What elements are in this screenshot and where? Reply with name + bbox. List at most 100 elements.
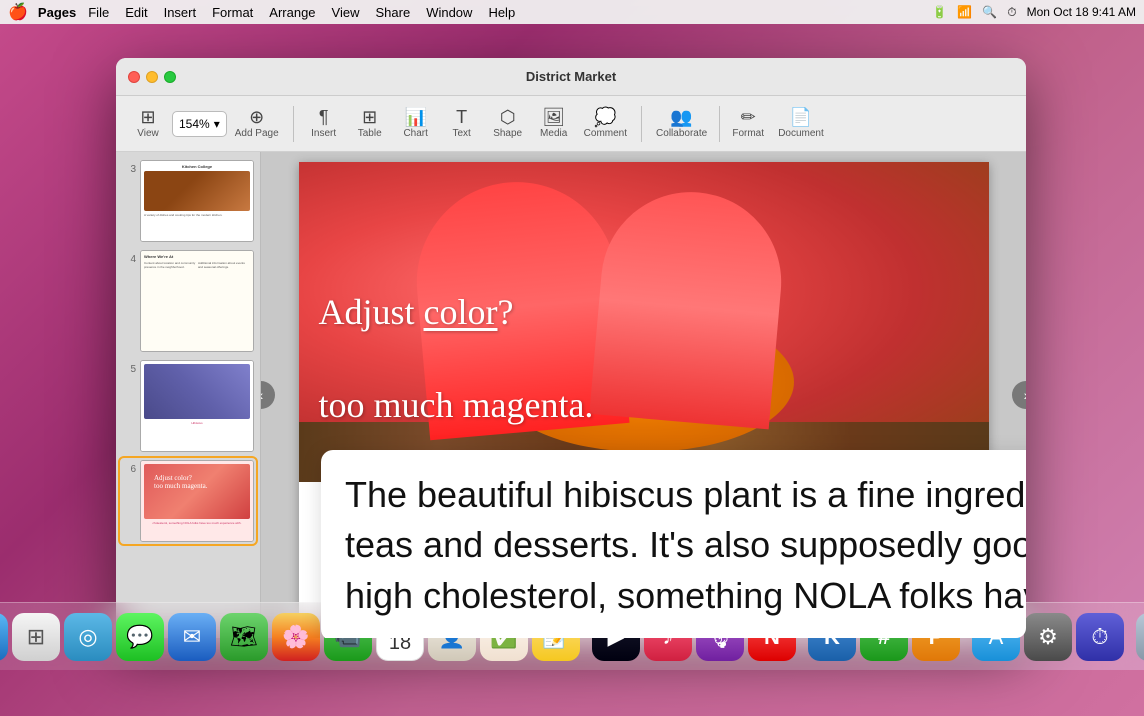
search-icon[interactable]: 🔍 [982, 5, 997, 19]
nav-next-button[interactable]: › [1012, 381, 1026, 409]
dock-screentime[interactable]: ⏱ [1076, 613, 1124, 661]
dock-trash[interactable]: 🗑 [1136, 613, 1144, 661]
battery-icon[interactable]: 🔋 [932, 5, 947, 19]
chart-label: Chart [403, 128, 427, 139]
menu-view[interactable]: View [324, 5, 368, 20]
thumb4-col1: Content about location and community pre… [144, 261, 196, 269]
collaborate-icon: 👥 [670, 108, 692, 126]
dock-safari[interactable]: ◎ [64, 613, 112, 661]
format-label: Format [732, 128, 764, 139]
control-center-icon[interactable]: ⏱ [1007, 5, 1016, 20]
thumb3-content: Kitchen College A variety of dishes and … [141, 161, 253, 241]
table-label: Table [358, 128, 382, 139]
toolbar-right-group: 👥 Collaborate ✏ Format 📄 Document [650, 101, 830, 147]
dock-maps[interactable]: 🗺 [220, 613, 268, 661]
thumbnail-page-5[interactable]: 5 Hibiscus [120, 358, 256, 454]
toolbar-format[interactable]: ✏ Format [726, 101, 770, 147]
thumb3-title: Kitchen College [144, 164, 250, 169]
dock-launchpad[interactable]: ⊞ [12, 613, 60, 661]
wifi-icon[interactable]: 📶 [957, 5, 972, 19]
toolbar-comment[interactable]: 💭 Comment [578, 101, 633, 147]
menu-window[interactable]: Window [418, 5, 480, 20]
toolbar-media[interactable]: 🖼 Media [532, 101, 576, 147]
desktop: District Market ⊞ View 154% ▾ ⊕ Add Page [0, 24, 1144, 670]
dock-system-prefs[interactable]: ⚙ [1024, 613, 1072, 661]
toolbar-table[interactable]: ⊞ Table [348, 101, 392, 147]
canvas-area[interactable]: ‹ › [261, 152, 1026, 638]
window-title: District Market [526, 69, 616, 84]
toolbar-zoom[interactable]: 154% ▾ [172, 111, 227, 137]
menu-edit[interactable]: Edit [117, 5, 155, 20]
toolbar-shape[interactable]: ⬡ Shape [486, 101, 530, 147]
apple-menu[interactable]: 🍎 [8, 2, 28, 22]
collaborate-label: Collaborate [656, 128, 707, 139]
menu-file[interactable]: File [80, 5, 117, 20]
text-icon: T [456, 108, 467, 126]
thumb5-content: Hibiscus [141, 361, 253, 451]
shape-icon: ⬡ [500, 108, 516, 126]
toolbar-text[interactable]: T Text [440, 101, 484, 147]
sidebar-thumbnails[interactable]: 3 Kitchen College A variety of dishes an… [116, 152, 261, 638]
nav-prev-button[interactable]: ‹ [261, 381, 275, 409]
thumb6-content: Adjust color?too much magenta. cholester… [141, 461, 253, 541]
chart-icon: 📊 [404, 108, 426, 126]
thumb6-image: Adjust color?too much magenta. [144, 464, 250, 519]
toolbar-insert[interactable]: ¶ Insert [302, 101, 346, 147]
document-label: Document [778, 128, 824, 139]
comment-label: Comment [584, 128, 627, 139]
thumb4-col2: Additional information about events and … [198, 261, 250, 269]
menu-format[interactable]: Format [204, 5, 261, 20]
window-titlebar: District Market [116, 58, 1026, 96]
dock-mail[interactable]: ✉ [168, 613, 216, 661]
thumbnail-img-5: Hibiscus [140, 360, 254, 452]
thumbnail-page-4[interactable]: 4 Where We're At Content about location … [120, 248, 256, 354]
tooltip-text: The beautiful hibiscus plant is a fine i… [345, 474, 1026, 616]
menu-insert[interactable]: Insert [156, 5, 205, 20]
thumb4-title: Where We're At [144, 254, 250, 259]
thumbnail-page-3[interactable]: 3 Kitchen College A variety of dishes an… [120, 158, 256, 244]
text-label: Text [453, 128, 471, 139]
thumbnail-img-6: Adjust color?too much magenta. cholester… [140, 460, 254, 542]
toolbar-collaborate[interactable]: 👥 Collaborate [650, 101, 713, 147]
view-label: View [137, 128, 159, 139]
toolbar-insert-group: ¶ Insert ⊞ Table 📊 Chart T Text ⬡ Sha [302, 101, 633, 147]
thumb6-handwriting: Adjust color?too much magenta. [154, 474, 207, 490]
page-num-3: 3 [122, 164, 136, 175]
insert-icon: ¶ [319, 108, 329, 126]
page-image: Adjust color? too much magenta. [299, 162, 989, 482]
handwritten-text: Adjust color? too much magenta. [319, 242, 594, 429]
toolbar-view[interactable]: ⊞ View [126, 101, 170, 147]
datetime: Mon Oct 18 9:41 AM [1027, 5, 1136, 19]
page-num-4: 4 [122, 254, 136, 265]
thumbnail-img-3: Kitchen College A variety of dishes and … [140, 160, 254, 242]
zoom-chevron: ▾ [214, 117, 220, 131]
photos-icon: 🌸 [282, 624, 309, 650]
close-button[interactable] [128, 71, 140, 83]
menu-share[interactable]: Share [367, 5, 418, 20]
dock-photos[interactable]: 🌸 [272, 613, 320, 661]
toolbar-add-page[interactable]: ⊕ Add Page [229, 101, 285, 147]
dock-finder[interactable]: 🙂 [0, 613, 8, 661]
thumb4-content: Where We're At Content about location an… [141, 251, 253, 351]
watermelon-slice-2 [589, 185, 788, 430]
add-page-icon: ⊕ [249, 108, 264, 126]
toolbar-divider-3 [719, 106, 720, 142]
handwritten-line2: too much magenta. [319, 385, 594, 425]
toolbar-chart[interactable]: 📊 Chart [394, 101, 438, 147]
document-icon: 📄 [790, 108, 812, 126]
toolbar-document[interactable]: 📄 Document [772, 101, 830, 147]
table-icon: ⊞ [362, 108, 377, 126]
minimize-button[interactable] [146, 71, 158, 83]
messages-icon: 💬 [126, 624, 153, 650]
maximize-button[interactable] [164, 71, 176, 83]
toolbar-view-group: ⊞ View 154% ▾ ⊕ Add Page [126, 101, 285, 147]
format-icon: ✏ [741, 108, 756, 126]
toolbar-divider-1 [293, 106, 294, 142]
view-icon: ⊞ [140, 108, 155, 126]
menu-help[interactable]: Help [480, 5, 523, 20]
toolbar-divider-2 [641, 106, 642, 142]
thumbnail-page-6[interactable]: 6 Adjust color?too much magenta. cholest… [120, 458, 256, 544]
app-name[interactable]: Pages [38, 5, 76, 20]
dock-messages[interactable]: 💬 [116, 613, 164, 661]
menu-arrange[interactable]: Arrange [261, 5, 323, 20]
